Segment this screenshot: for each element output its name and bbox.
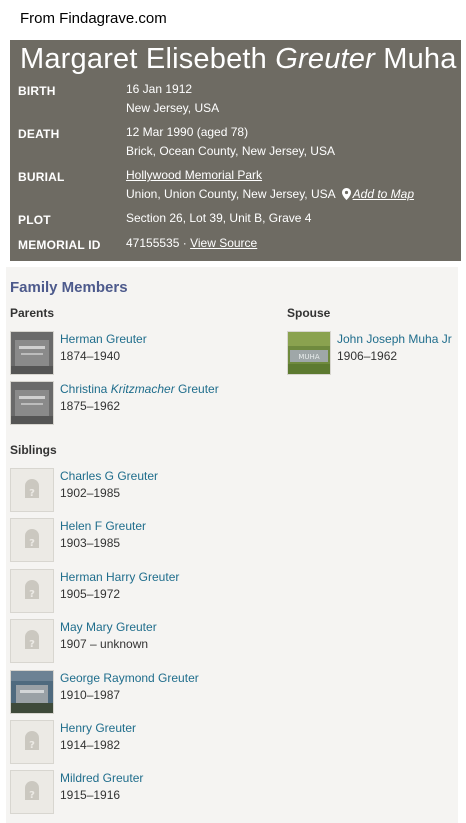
sibling-list-item[interactable]: ? May Mary Greuter 1907 – unknown — [10, 619, 280, 665]
svg-text:?: ? — [29, 639, 35, 650]
sibling-list-item[interactable]: ? Helen F Greuter 1903–1985 — [10, 518, 280, 564]
name-maiden: Greuter — [275, 43, 375, 75]
headstone-photo — [10, 381, 54, 425]
name-first: Margaret Elisebeth — [20, 43, 267, 75]
death-date: 12 Mar 1990 (aged 78) — [126, 125, 249, 139]
burial-label: BURIAL — [18, 170, 65, 184]
person-name[interactable]: George Raymond Greuter — [60, 671, 199, 685]
svg-text:?: ? — [29, 589, 35, 600]
death-value: 12 Mar 1990 (aged 78) Brick, Ocean Count… — [126, 123, 335, 161]
person-name[interactable]: Henry Greuter — [60, 721, 136, 735]
person-dates: 1874–1940 — [60, 349, 121, 363]
sibling-list-item[interactable]: ? Charles G Greuter 1902–1985 — [10, 468, 280, 514]
add-to-map-link[interactable]: Add to Map — [353, 187, 414, 201]
memorial-id-label: MEMORIAL ID — [18, 238, 101, 252]
no-photo-icon: ? — [10, 468, 54, 512]
siblings-label: Siblings — [10, 443, 57, 457]
burial-place: Union, Union County, New Jersey, USA — [126, 187, 336, 201]
svg-text:?: ? — [29, 740, 35, 751]
person-name[interactable]: Herman Greuter — [60, 332, 147, 346]
no-photo-icon: ? — [10, 619, 54, 663]
svg-text:?: ? — [29, 538, 35, 549]
sibling-list-item[interactable]: ? Herman Harry Greuter 1905–1972 — [10, 569, 280, 615]
svg-text:MUHA: MUHA — [298, 353, 319, 361]
cemetery-link[interactable]: Hollywood Memorial Park — [126, 168, 262, 182]
death-label: DEATH — [18, 127, 60, 141]
no-photo-icon: ? — [10, 720, 54, 764]
spouse-john-joseph-muha[interactable]: MUHA John Joseph Muha Jr 1906–1962 — [287, 331, 457, 377]
parent-herman-greuter[interactable]: Herman Greuter 1874–1940 — [10, 331, 280, 377]
memorial-name: Margaret Elisebeth Greuter Muha — [20, 42, 457, 76]
headstone-photo — [10, 670, 54, 714]
person-dates: 1903–1985 — [60, 536, 121, 550]
svg-text:?: ? — [29, 790, 35, 801]
person-name[interactable]: Christina Kritzmacher Greuter — [60, 382, 219, 396]
death-place: Brick, Ocean County, New Jersey, USA — [126, 144, 335, 158]
sibling-list-item[interactable]: ? Mildred Greuter 1915–1916 — [10, 770, 280, 816]
person-dates: 1902–1985 — [60, 486, 121, 500]
memorial-id: 47155535 · — [126, 236, 187, 250]
family-members-panel: Family Members Parents Spouse Herman Gre… — [6, 267, 458, 823]
person-dates: 1910–1987 — [60, 688, 121, 702]
birth-value: 16 Jan 1912 New Jersey, USA — [126, 80, 219, 118]
person-name[interactable]: May Mary Greuter — [60, 620, 157, 634]
birth-label: BIRTH — [18, 84, 56, 98]
birth-place: New Jersey, USA — [126, 101, 220, 115]
view-source-link[interactable]: View Source — [190, 236, 257, 250]
memorial-id-value: 47155535 · View Source — [126, 234, 257, 253]
person-dates: 1906–1962 — [337, 349, 398, 363]
parent-christina-greuter[interactable]: Christina Kritzmacher Greuter 1875–1962 — [10, 381, 280, 427]
parents-label: Parents — [10, 306, 55, 320]
person-name[interactable]: Helen F Greuter — [60, 519, 146, 533]
person-name[interactable]: Charles G Greuter — [60, 469, 158, 483]
name-last: Muha — [383, 43, 457, 75]
plot-value: Section 26, Lot 39, Unit B, Grave 4 — [126, 211, 312, 225]
sibling-list-item[interactable]: George Raymond Greuter 1910–1987 — [10, 670, 280, 716]
person-name[interactable]: Mildred Greuter — [60, 771, 143, 785]
map-pin-icon — [341, 187, 351, 206]
headstone-photo: MUHA — [287, 331, 331, 375]
birth-date: 16 Jan 1912 — [126, 82, 193, 96]
person-dates: 1914–1982 — [60, 738, 121, 752]
plot-label: PLOT — [18, 213, 51, 227]
no-photo-icon: ? — [10, 518, 54, 562]
family-members-title: Family Members — [10, 279, 128, 296]
svg-text:?: ? — [29, 488, 35, 499]
no-photo-icon: ? — [10, 770, 54, 814]
person-dates: 1905–1972 — [60, 587, 121, 601]
burial-value: Hollywood Memorial Park Union, Union Cou… — [126, 166, 414, 206]
no-photo-icon: ? — [10, 569, 54, 613]
person-dates: 1875–1962 — [60, 399, 121, 413]
person-dates: 1915–1916 — [60, 788, 121, 802]
person-name[interactable]: John Joseph Muha Jr — [337, 332, 452, 346]
memorial-header: Margaret Elisebeth Greuter Muha BIRTH 16… — [10, 40, 461, 261]
source-label: From Findagrave.com — [20, 10, 167, 27]
person-name[interactable]: Herman Harry Greuter — [60, 570, 179, 584]
spouse-label: Spouse — [287, 306, 331, 320]
headstone-photo — [10, 331, 54, 375]
person-dates: 1907 – unknown — [60, 637, 149, 651]
sibling-list-item[interactable]: ? Henry Greuter 1914–1982 — [10, 720, 280, 766]
